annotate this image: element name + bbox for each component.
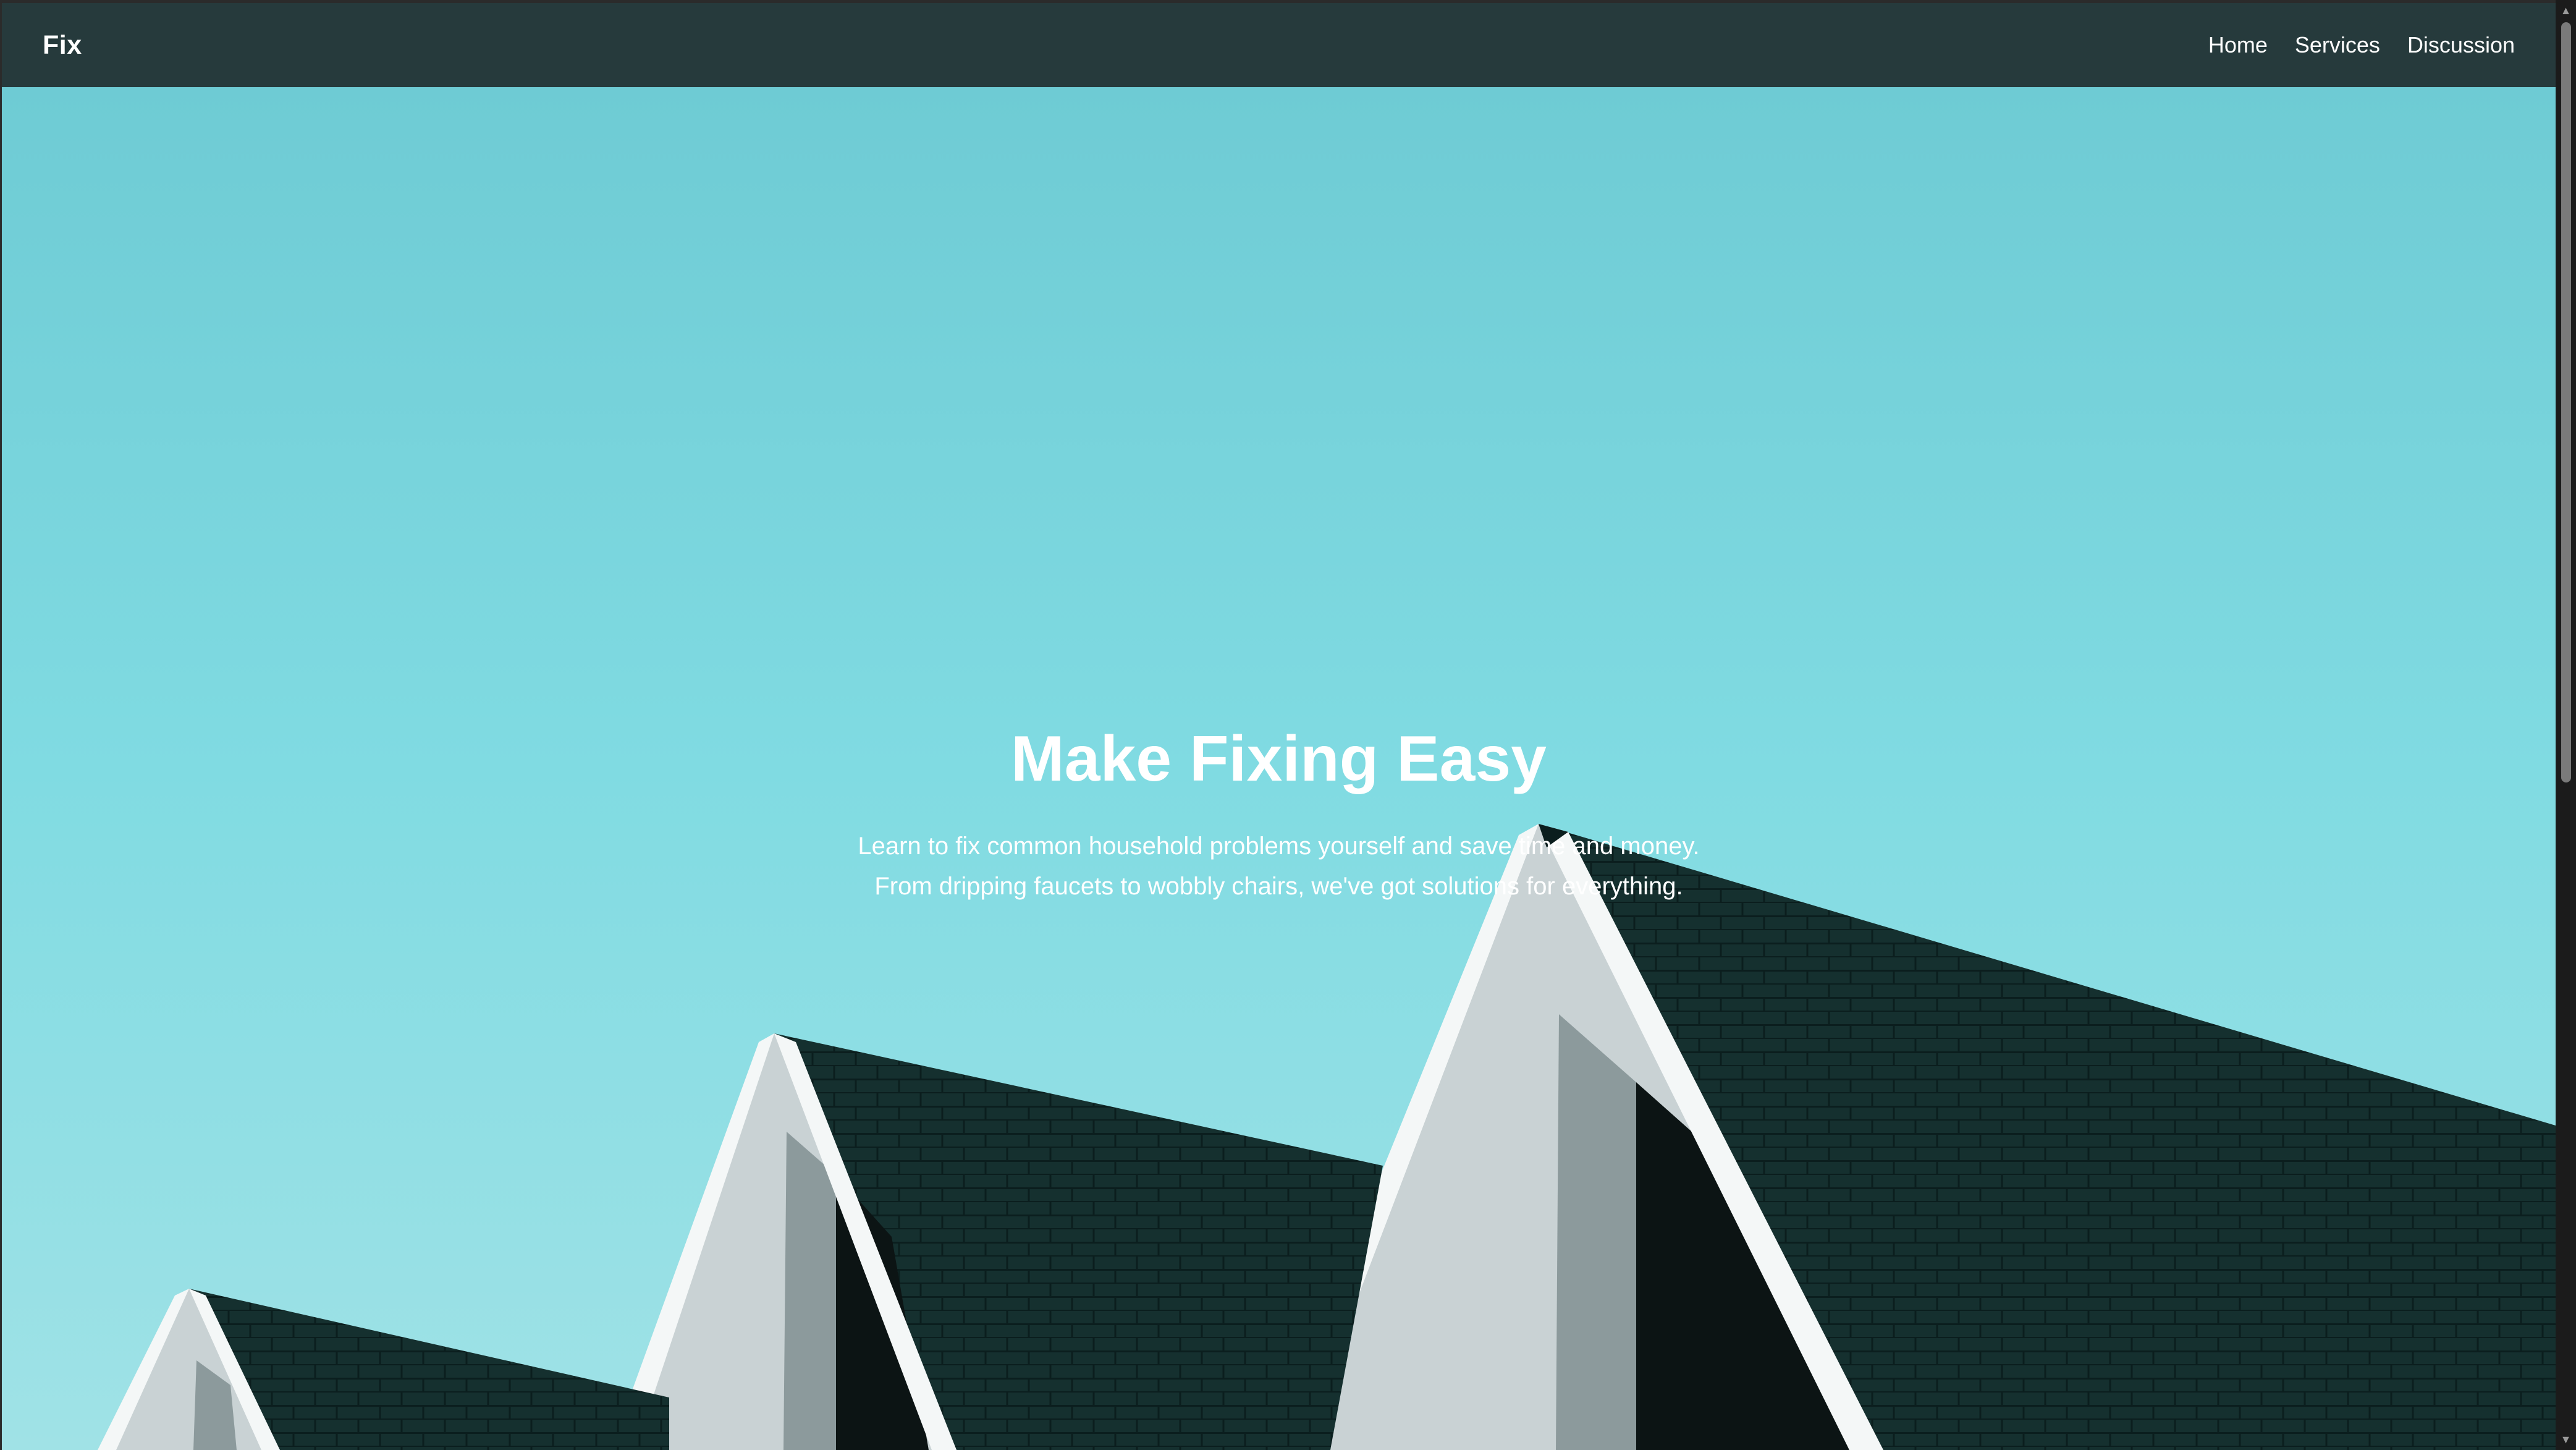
brand-logo[interactable]: Fix	[43, 30, 82, 61]
hero-section: Make Fixing Easy Learn to fix common hou…	[2, 87, 2556, 1450]
vertical-scrollbar[interactable]: ▲ ▼	[2556, 0, 2576, 1450]
nav-links: Home Services Discussion	[2208, 32, 2515, 58]
hero-subtitle-line-1: Learn to fix common household problems y…	[858, 833, 1700, 860]
scroll-down-arrow-icon[interactable]: ▼	[2556, 1431, 2576, 1448]
hero-subtitle: Learn to fix common household problems y…	[2, 826, 2556, 907]
navbar: Fix Home Services Discussion	[2, 3, 2556, 87]
browser-viewport: Fix Home Services Discussion Make Fixing…	[0, 0, 2576, 1450]
page: Fix Home Services Discussion Make Fixing…	[2, 3, 2556, 1450]
nav-link-home[interactable]: Home	[2208, 32, 2268, 58]
hero-subtitle-line-2: From dripping faucets to wobbly chairs, …	[874, 873, 1683, 901]
nav-link-discussion[interactable]: Discussion	[2407, 32, 2515, 58]
hero-title: Make Fixing Easy	[1010, 723, 1547, 795]
scrollbar-thumb[interactable]	[2561, 22, 2571, 782]
hero-content: Make Fixing Easy Learn to fix common hou…	[2, 724, 2556, 907]
scroll-up-arrow-icon[interactable]: ▲	[2556, 2, 2576, 19]
nav-link-services[interactable]: Services	[2295, 32, 2380, 58]
